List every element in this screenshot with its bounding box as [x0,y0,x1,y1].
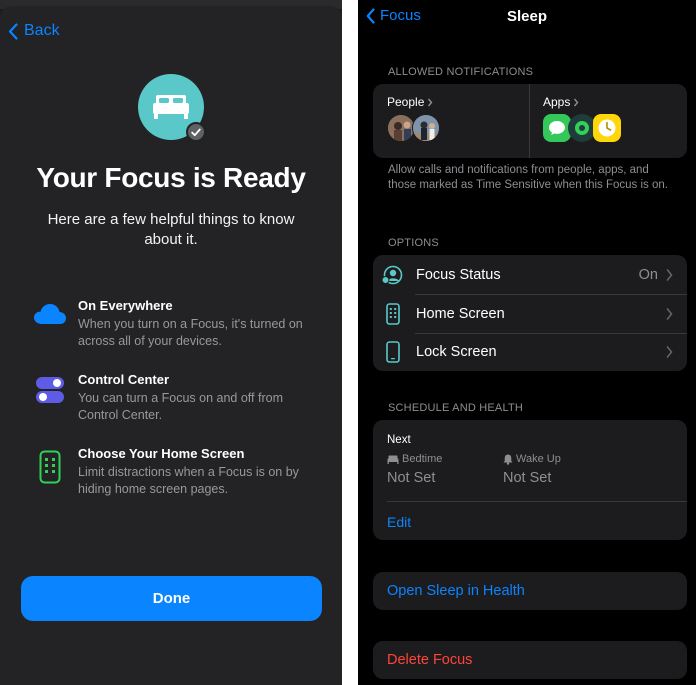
schedule-card: Next Bedtime Not Set Wake Up Not Set Edi… [373,420,687,540]
allowed-notifications-header: ALLOWED NOTIFICATIONS [388,66,534,78]
cloud-icon [30,298,70,338]
apps-label: Apps [543,95,571,109]
open-sleep-in-health-button[interactable]: Open Sleep in Health [373,572,687,610]
clock-app-icon[interactable] [593,114,621,142]
edit-schedule-button[interactable]: Edit [387,514,411,530]
bedtime-text: Bedtime [402,453,443,465]
bedtime-value: Not Set [387,470,436,486]
checkmark-icon [186,122,206,142]
chevron-left-icon [8,22,18,40]
home-screen-icon [373,303,413,325]
next-label: Next [387,434,411,446]
allowed-notifications-card: People Apps [373,84,687,158]
bedtime-label: Bedtime [387,453,442,465]
allowed-notifications-description: Allow calls and notifications from peopl… [388,164,668,191]
chevron-right-icon [574,98,579,106]
feature-title: Choose Your Home Screen [78,446,245,461]
feature-home-screen: Choose Your Home Screen Limit distractio… [30,446,330,498]
apps-link[interactable]: Apps [543,95,579,109]
feature-title: Control Center [78,372,169,387]
focus-status-row[interactable]: Focus Status On [373,256,687,294]
find-my-app-icon[interactable] [568,114,596,142]
nav-title: Sleep [506,8,548,25]
feature-title: On Everywhere [78,298,173,313]
wakeup-text: Wake Up [516,453,561,465]
people-link[interactable]: People [387,95,433,109]
divider [529,84,530,158]
chevron-right-icon [428,98,433,106]
feature-description: You can turn a Focus on and off from Con… [78,391,283,422]
feature-description: When you turn on a Focus, it's turned on… [78,317,303,348]
wakeup-label: Wake Up [503,453,561,465]
row-label: Home Screen [416,306,505,322]
feature-on-everywhere: On Everywhere When you turn on a Focus, … [30,298,330,350]
row-label: Lock Screen [416,344,497,360]
wakeup-value: Not Set [503,470,552,486]
avatar[interactable] [387,114,415,142]
focus-status-icon [373,265,413,285]
feature-description: Limit distractions when a Focus is on by… [78,465,299,496]
messages-app-icon[interactable] [543,114,571,142]
avatar[interactable] [412,114,440,142]
schedule-header: SCHEDULE AND HEALTH [388,402,524,414]
options-card: Focus Status On Home Screen Lock Screen [373,255,687,371]
page-subtitle: Here are a few helpful things to know ab… [47,211,295,248]
page-title: Your Focus is Ready [36,162,306,193]
lock-screen-icon [373,341,413,363]
chevron-right-icon [666,308,673,320]
people-label: People [387,95,425,109]
bell-icon [503,454,513,465]
feature-control-center: Control Center You can turn a Focus on a… [30,372,330,424]
focus-ready-screen: Back Your Focus is Ready Here are a few … [0,0,342,685]
back-button[interactable]: Back [8,22,60,40]
chevron-right-icon [666,269,673,281]
sleep-focus-settings: Focus Sleep ALLOWED NOTIFICATIONS People… [358,0,696,685]
done-button[interactable]: Done [21,576,322,621]
home-screen-row[interactable]: Home Screen [373,295,687,333]
row-label: Focus Status [416,267,501,283]
toggle-switches-icon [30,372,70,412]
delete-focus-button[interactable]: Delete Focus [373,641,687,679]
bed-icon [387,455,399,464]
divider [387,501,687,502]
chevron-right-icon [666,346,673,358]
focus-status-value: On [638,267,658,283]
home-screen-phone-icon [30,446,70,486]
lock-screen-row[interactable]: Lock Screen [373,333,687,371]
back-label: Back [24,22,60,39]
options-header: OPTIONS [388,237,439,249]
